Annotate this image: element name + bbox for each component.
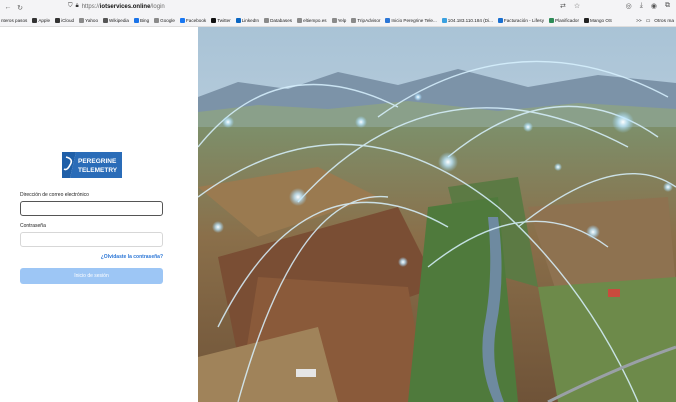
bookmark-item[interactable]: Facebook xyxy=(180,18,206,23)
bookmark-item[interactable]: 104.183.110.184 (Di... xyxy=(441,18,493,23)
logo-line1: PEREGRINE xyxy=(78,158,117,165)
bookmark-label: Apple xyxy=(38,18,51,23)
bookmark-favicon-icon xyxy=(385,18,391,23)
bookmark-label: Inicio Peregrine Tele... xyxy=(391,18,437,23)
star-icon[interactable]: ☆ xyxy=(574,2,580,10)
bookmark-favicon-icon xyxy=(55,18,61,23)
bookmark-favicon-icon xyxy=(351,18,357,23)
email-label: Dirección de correo electrónico xyxy=(20,192,89,198)
shield-icon: ⛉ xyxy=(68,3,73,9)
download-icon[interactable]: ⤓ xyxy=(640,2,643,10)
bookmark-item[interactable]: Bing xyxy=(133,18,150,23)
bookmark-favicon-icon xyxy=(497,18,503,23)
pocket-icon[interactable]: ◎ xyxy=(626,2,632,10)
bookmarks-bar: nteros pasos Apple iCloud Yahoo Wikipedia Bin… xyxy=(0,15,676,27)
translate-icon[interactable]: ⇄ xyxy=(560,2,566,10)
bookmark-label: Mango OS xyxy=(590,18,612,23)
bookmark-item[interactable]: iCloud xyxy=(55,18,74,23)
arrow-left-icon[interactable]: ← xyxy=(2,4,14,11)
bookmark-label: 104.183.110.184 (Di... xyxy=(447,18,493,23)
bookmark-item[interactable]: Facturación - Lifesy xyxy=(497,18,544,23)
bookmark-label: LinkedIn xyxy=(241,18,260,23)
bookmark-item[interactable]: Yelp xyxy=(331,18,347,23)
bookmark-label: TripAdvisor xyxy=(357,18,381,23)
bookmark-label: Facturación - Lifesy xyxy=(503,18,544,23)
bookmark-favicon-icon xyxy=(549,18,554,23)
more-bookmarks-button[interactable]: >> xyxy=(636,19,642,24)
bookmark-label: nteros pasos xyxy=(1,18,28,23)
bookmark-label: Yahoo xyxy=(85,18,99,23)
bookmark-label: Bing xyxy=(139,18,150,23)
bookmark-favicon-icon xyxy=(133,18,139,23)
bookmark-label: Planificador xyxy=(555,18,580,23)
bookmark-label: Wikipedia xyxy=(109,18,129,23)
bookmark-favicon-icon xyxy=(103,18,109,23)
reload-icon[interactable]: ↻ xyxy=(14,4,26,12)
bookmark-item[interactable]: Databases xyxy=(264,18,292,23)
bookmark-favicon-icon xyxy=(331,18,337,23)
bookmark-item[interactable]: Inicio Peregrine Tele... xyxy=(385,18,437,23)
bookmark-favicon-icon xyxy=(584,18,590,23)
browser-toolbar: ← ↻ ⛉ 🔒︎ https://iotservices.online/logi… xyxy=(0,0,676,15)
account-icon[interactable]: ◉ xyxy=(651,2,657,10)
login-panel: PEREGRINE TELEMETRY Dirección de correo … xyxy=(0,27,198,402)
bookmark-item[interactable]: Planificador xyxy=(549,18,579,23)
bookmark-favicon-icon xyxy=(180,18,185,23)
hero-image xyxy=(198,27,676,402)
bookmark-favicon-icon xyxy=(441,18,447,23)
bookmark-label: eltiempo.es xyxy=(303,18,327,23)
bookmark-item[interactable]: Apple xyxy=(32,18,50,23)
bookmark-favicon-icon xyxy=(32,18,38,23)
extensions-icon[interactable]: ⧉ xyxy=(665,2,670,10)
login-button[interactable]: Inicio de sesión xyxy=(20,268,163,284)
bookmark-item[interactable]: LinkedIn xyxy=(235,18,260,23)
bookmark-item[interactable]: Mango OS xyxy=(584,18,612,23)
address-bar[interactable]: ⛉ 🔒︎ https://iotservices.online/login xyxy=(68,3,165,10)
bookmark-item[interactable]: Google xyxy=(154,18,175,23)
other-bookmarks-label[interactable]: Otros ma xyxy=(654,19,674,24)
bookmark-label: iCloud xyxy=(61,18,75,23)
url-protocol: https:// xyxy=(81,3,100,10)
folder-icon: ▭ xyxy=(645,18,651,24)
url-path: /login xyxy=(150,3,165,10)
bookmark-item[interactable]: Twitter xyxy=(211,18,231,23)
bookmark-favicon-icon xyxy=(297,18,303,23)
lock-icon: 🔒︎ xyxy=(75,3,79,9)
bookmark-label: Facebook xyxy=(186,18,207,23)
password-label: Contraseña xyxy=(20,223,46,229)
email-field[interactable] xyxy=(20,201,163,216)
bookmark-label: Yelp xyxy=(337,18,347,23)
forgot-password-link[interactable]: ¿Olvidaste la contraseña? xyxy=(101,254,163,260)
bookmark-item[interactable]: Wikipedia xyxy=(103,18,129,23)
password-field[interactable] xyxy=(20,232,163,247)
bookmark-favicon-icon xyxy=(79,18,85,23)
bookmark-label: Twitter xyxy=(217,18,231,23)
bookmark-favicon-icon xyxy=(211,18,217,23)
bookmark-favicon-icon xyxy=(154,18,160,23)
url-host: iotservices.online xyxy=(99,3,151,10)
bookmark-favicon-icon xyxy=(264,18,270,23)
bookmark-item[interactable]: eltiempo.es xyxy=(297,18,327,23)
bookmarks-overflow[interactable]: >> ▭ Otros ma xyxy=(630,15,676,26)
peregrine-logo: PEREGRINE TELEMETRY xyxy=(60,151,124,179)
bookmark-label: Google xyxy=(160,18,175,23)
logo-line2: TELEMETRY xyxy=(78,167,118,174)
bookmark-item[interactable]: TripAdvisor xyxy=(351,18,380,23)
bookmark-label: Databases xyxy=(270,18,293,23)
bookmark-favicon-icon xyxy=(235,18,241,23)
bookmark-item[interactable]: nteros pasos xyxy=(0,18,27,23)
bookmark-item[interactable]: Yahoo xyxy=(79,18,98,23)
